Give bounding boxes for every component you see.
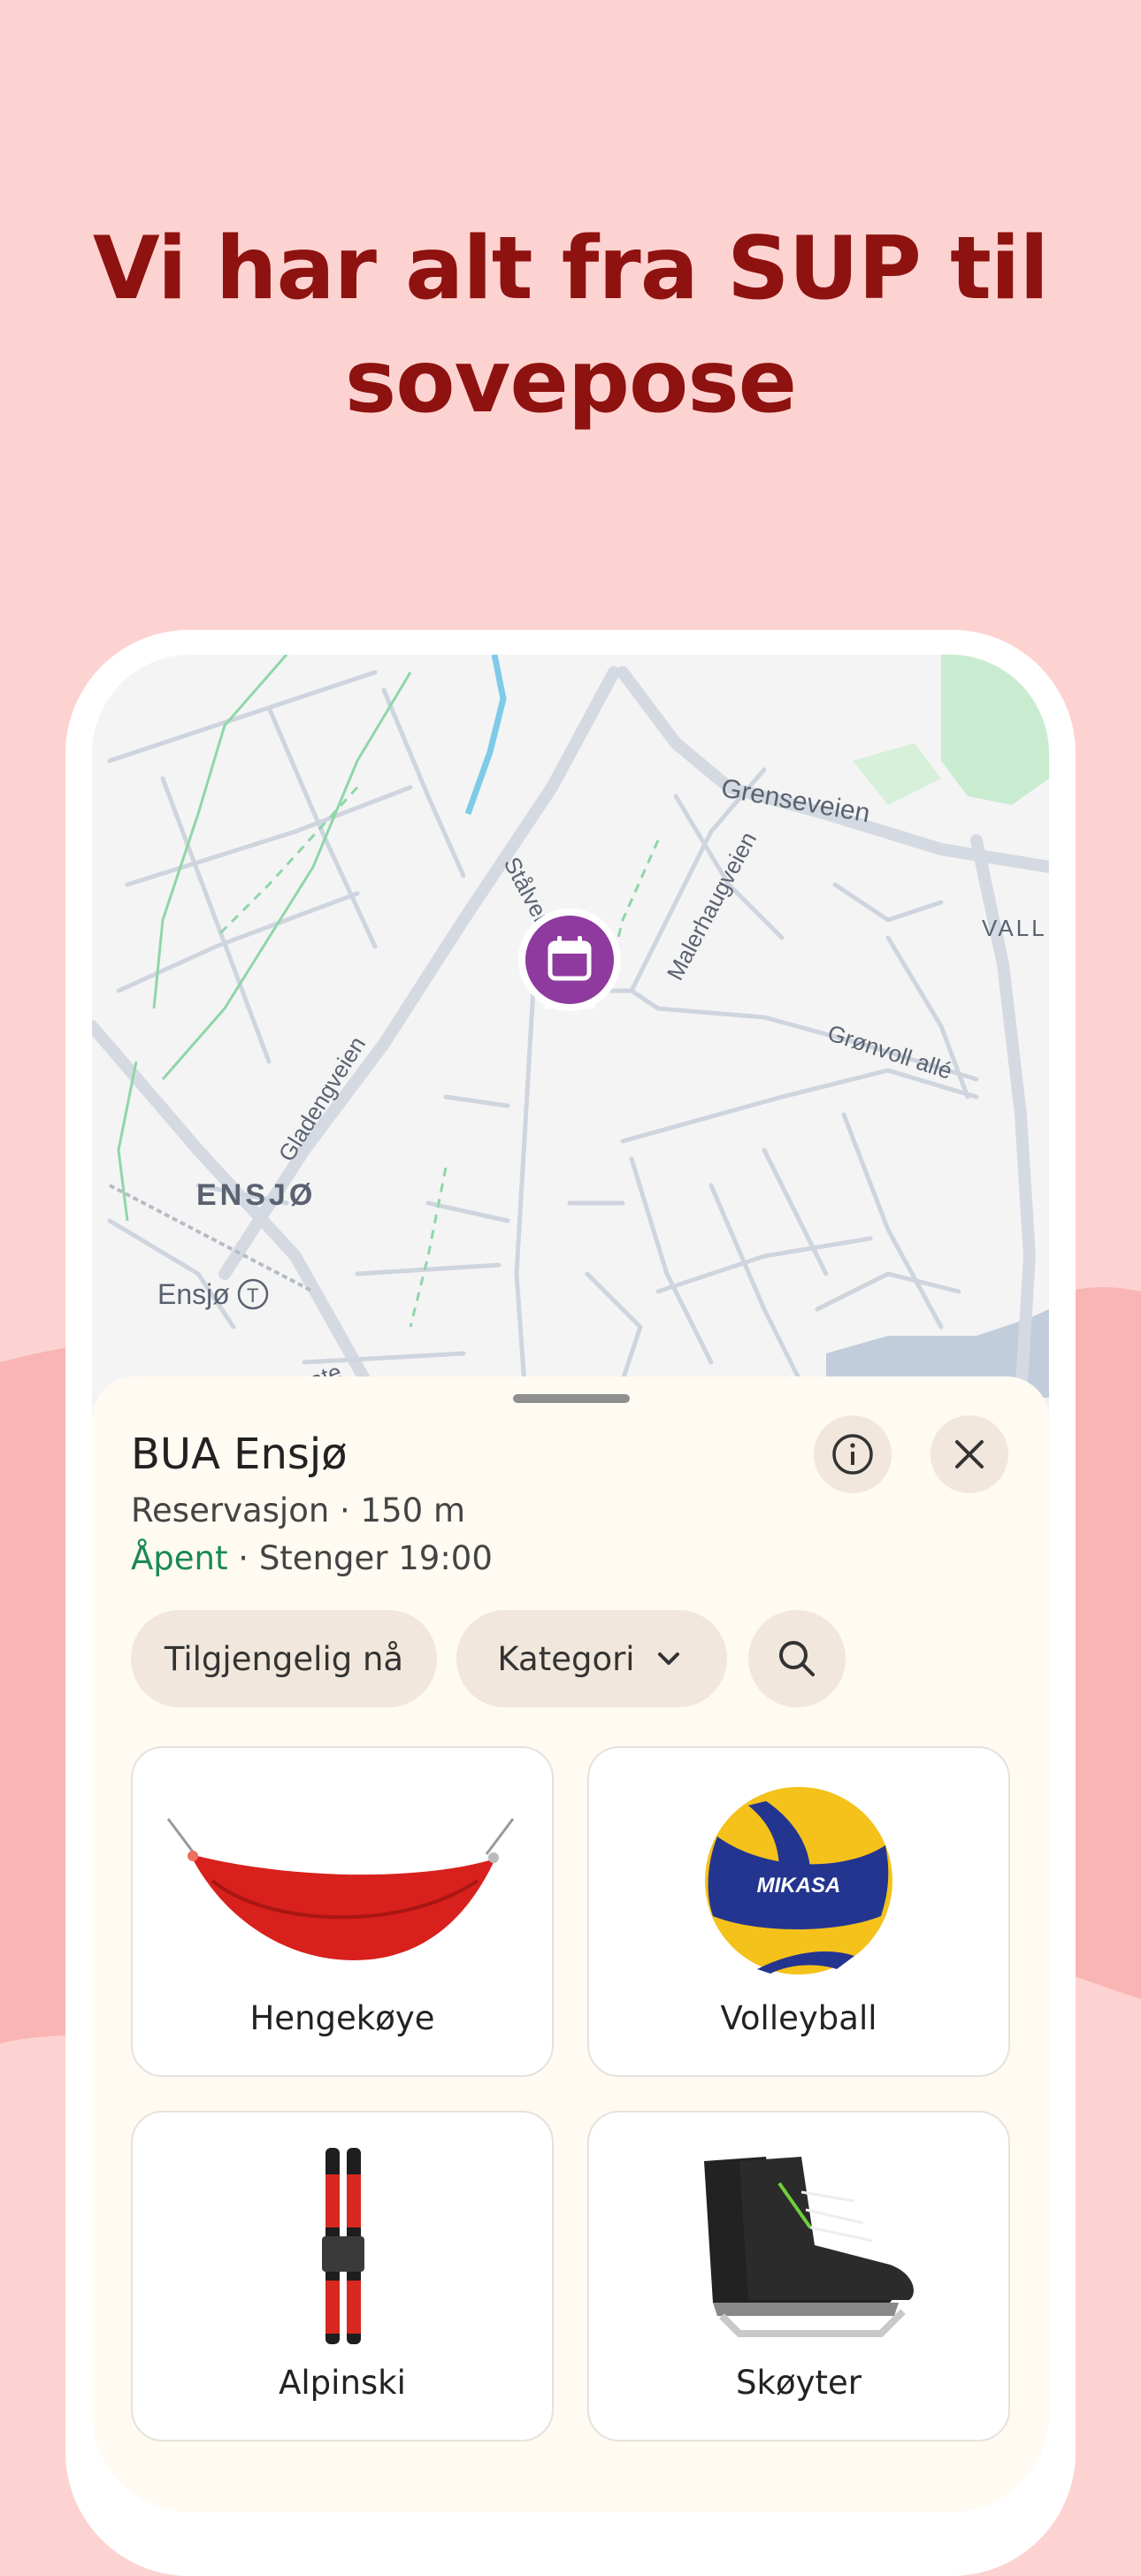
phone-screen: Grenseveien Stålverksveien Malerhaugveie… xyxy=(92,655,1049,2512)
location-title: BUA Ensjø xyxy=(131,1430,348,1479)
item-card-alpine-ski[interactable]: Alpinski xyxy=(131,2111,554,2442)
metro-station-symbol: T xyxy=(247,1284,258,1307)
info-icon xyxy=(832,1434,873,1475)
search-icon xyxy=(779,1641,815,1676)
filter-category[interactable]: Kategori xyxy=(456,1610,727,1707)
ball-brand: MIKASA xyxy=(757,1874,841,1898)
item-label: Alpinski xyxy=(279,2364,406,2402)
filter-available-now[interactable]: Tilgjengelig nå xyxy=(131,1610,437,1707)
chevron-down-icon xyxy=(657,1652,679,1665)
item-label: Hengekøye xyxy=(249,1999,435,2037)
hammock-image xyxy=(166,1818,515,1960)
item-card-volleyball[interactable]: MIKASA Volleyball xyxy=(587,1746,1010,2077)
page-headline: Vi har alt fra SUP til sovepose xyxy=(0,212,1141,439)
filter-category-label: Kategori xyxy=(497,1639,635,1678)
sheet-drag-handle[interactable] xyxy=(513,1394,630,1403)
map-label-ensjo-area: ENSJØ xyxy=(196,1178,316,1212)
status-open: Åpent xyxy=(131,1539,228,1577)
ice-skates-image xyxy=(704,2157,914,2337)
alpine-ski-image xyxy=(322,2148,364,2344)
location-status: Åpent · Stenger 19:00 xyxy=(131,1539,493,1577)
headline-line-1: Vi har alt fra SUP til xyxy=(92,218,1049,319)
item-card-skates[interactable]: Skøyter xyxy=(587,2111,1010,2442)
volleyball-image: MIKASA xyxy=(705,1787,892,1974)
map-label-ensjo-station: Ensjø xyxy=(157,1278,230,1310)
item-label: Skøyter xyxy=(736,2364,861,2402)
map-label-vall: VALL xyxy=(982,915,1047,941)
headline-line-2: sovepose xyxy=(344,332,797,433)
item-card-hammock[interactable]: Hengekøye xyxy=(131,1746,554,2077)
item-label: Volleyball xyxy=(720,1999,877,2037)
location-subtitle: Reservasjon · 150 m xyxy=(131,1491,465,1530)
status-closing-time: · Stenger 19:00 xyxy=(227,1539,493,1577)
close-button[interactable] xyxy=(930,1415,1008,1493)
close-icon xyxy=(955,1440,984,1468)
search-button[interactable] xyxy=(748,1610,846,1707)
location-sheet: BUA Ensjø Reservasjon · 150 m Åpent · St… xyxy=(92,1376,1049,2512)
map-view[interactable]: Grenseveien Stålverksveien Malerhaugveie… xyxy=(92,655,1049,1398)
map-pin[interactable] xyxy=(518,908,621,1011)
info-button[interactable] xyxy=(814,1415,892,1493)
